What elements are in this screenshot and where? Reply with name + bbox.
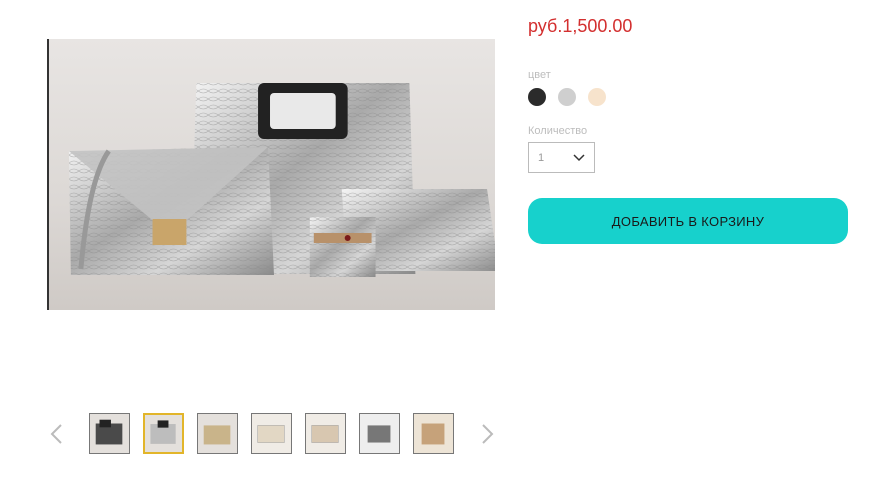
color-swatches [528,88,606,106]
color-swatch-beige[interactable] [588,88,606,106]
thumbnail-selected[interactable] [143,413,184,454]
product-main-image[interactable] [47,39,495,310]
chevron-left-icon[interactable] [48,423,64,445]
thumbnail[interactable] [197,413,238,454]
thumbnail[interactable] [251,413,292,454]
thumbnail[interactable] [413,413,454,454]
thumbnail[interactable] [359,413,400,454]
color-swatch-silver[interactable] [558,88,576,106]
chevron-right-icon[interactable] [480,423,496,445]
product-price: руб.1,500.00 [528,16,633,36]
color-label: цвет [528,69,551,81]
color-swatch-black[interactable] [528,88,546,106]
add-to-cart-button[interactable]: ДОБАВИТЬ В КОРЗИНУ [528,198,848,244]
thumbnail-strip [89,413,454,454]
chevron-down-icon [573,153,585,161]
quantity-select[interactable]: 1 [528,142,595,173]
thumbnail[interactable] [305,413,346,454]
quantity-label: Количество [528,125,588,137]
quantity-value: 1 [538,151,545,164]
thumbnail[interactable] [89,413,130,454]
